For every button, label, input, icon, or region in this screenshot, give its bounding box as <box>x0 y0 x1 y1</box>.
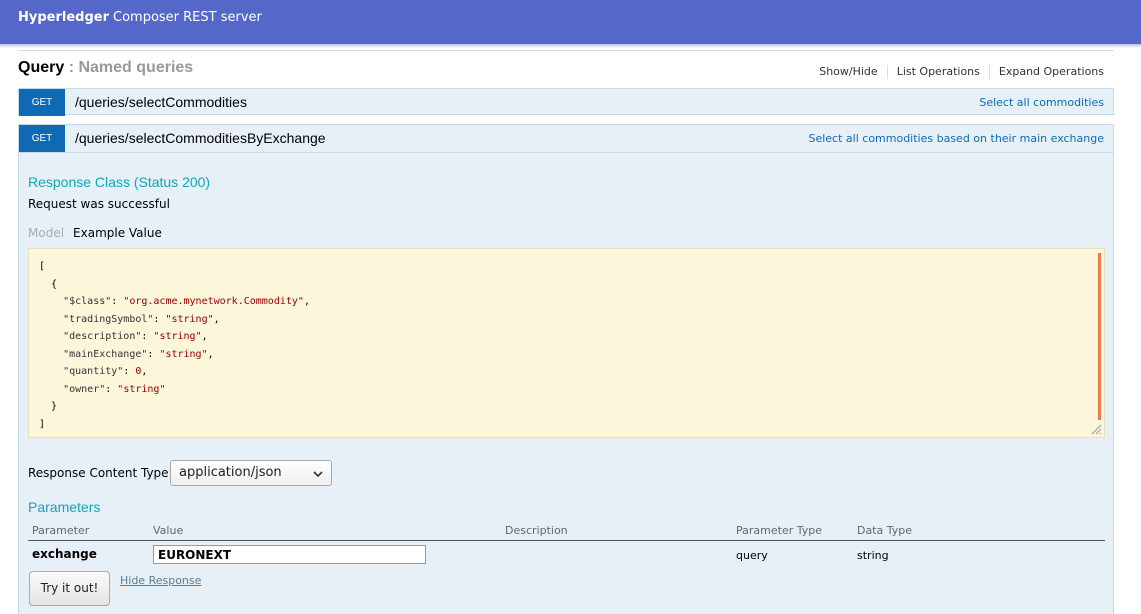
example-value-box[interactable]: [ { "$class": "org.acme.mynetwork.Commod… <box>28 248 1105 438</box>
code-line: } <box>39 401 58 412</box>
operation-summary[interactable]: Select all commodities <box>979 96 1104 109</box>
http-method-badge[interactable]: GET <box>19 125 65 152</box>
code-line: { <box>39 278 58 290</box>
model-tabs: Model Example Value <box>28 226 162 240</box>
example-json: [ { "$class": "org.acme.mynetwork.Commod… <box>29 249 1104 437</box>
section-description: Named queries <box>78 59 194 76</box>
section-heading[interactable]: Query : Named queries <box>18 58 193 78</box>
code-line: "$class": "org.acme.mynetwork.Commodity"… <box>63 296 310 307</box>
tab-example-value[interactable]: Example Value <box>73 226 162 240</box>
operation-path[interactable]: /queries/selectCommoditiesByExchange <box>75 130 326 146</box>
parameter-data-type: string <box>857 549 889 562</box>
code-line: "mainExchange": "string", <box>63 348 214 360</box>
top-bar: Hyperledger Composer REST server <box>0 0 1141 44</box>
hide-response-link[interactable]: Hide Response <box>120 574 201 587</box>
code-line: ] <box>39 418 46 430</box>
tab-model[interactable]: Model <box>28 226 64 240</box>
vertical-scrollbar[interactable] <box>1098 253 1101 420</box>
response-class-title: Response Class (Status 200) <box>28 174 211 190</box>
app-brand[interactable]: Hyperledger Composer REST server <box>18 10 262 26</box>
parameter-type: query <box>736 549 768 562</box>
section-name: Query <box>18 59 65 76</box>
brand-name: Hyperledger <box>18 10 109 25</box>
code-line: "owner": "string" <box>63 383 166 395</box>
header-parameter-type: Parameter Type <box>736 524 822 537</box>
section-operations: Show/Hide List Operations Expand Operati… <box>810 65 1104 79</box>
response-content-type-label: Response Content Type <box>28 466 169 480</box>
parameters-title: Parameters <box>28 499 101 515</box>
top-bar-shadow <box>0 44 1141 48</box>
parameter-name: exchange <box>32 547 97 561</box>
try-it-out-button[interactable]: Try it out! <box>29 571 110 606</box>
response-description: Request was successful <box>28 197 170 211</box>
section-divider <box>18 50 1114 51</box>
resize-grip-icon[interactable] <box>1090 423 1102 435</box>
list-operations-link[interactable]: List Operations <box>886 65 989 79</box>
chevron-down-icon <box>313 462 323 496</box>
expand-operations-link[interactable]: Expand Operations <box>988 65 1104 79</box>
operation-path[interactable]: /queries/selectCommodities <box>75 94 247 110</box>
header-parameter: Parameter <box>32 524 90 537</box>
selected-content-type: application/json <box>179 465 282 480</box>
parameters-table-header: Parameter Value Description Parameter Ty… <box>28 521 1105 541</box>
operation-select-commodities-by-exchange: GET /queries/selectCommoditiesByExchange… <box>18 124 1114 614</box>
code-line: "description": "string", <box>63 331 208 342</box>
table-row: exchange query string <box>28 545 1105 569</box>
header-value: Value <box>153 524 184 537</box>
code-line: "tradingSymbol": "string", <box>63 313 220 325</box>
operation-divider <box>19 152 1113 153</box>
code-line: [ <box>39 261 46 272</box>
brand-subtitle: Composer REST server <box>113 10 262 25</box>
operation-header[interactable]: GET /queries/selectCommodities Select al… <box>19 89 1113 116</box>
show-hide-link[interactable]: Show/Hide <box>810 65 886 79</box>
response-content-type-select[interactable]: application/json <box>170 460 332 486</box>
header-data-type: Data Type <box>857 524 913 537</box>
header-description: Description <box>505 524 568 537</box>
operation-select-commodities: GET /queries/selectCommodities Select al… <box>18 88 1114 116</box>
operation-header[interactable]: GET /queries/selectCommoditiesByExchange… <box>19 125 1113 152</box>
section-separator: : <box>64 59 79 76</box>
code-line: "quantity": 0, <box>63 366 148 377</box>
http-method-badge[interactable]: GET <box>19 89 65 116</box>
exchange-input[interactable] <box>153 545 426 564</box>
operation-summary[interactable]: Select all commodities based on their ma… <box>808 132 1104 145</box>
